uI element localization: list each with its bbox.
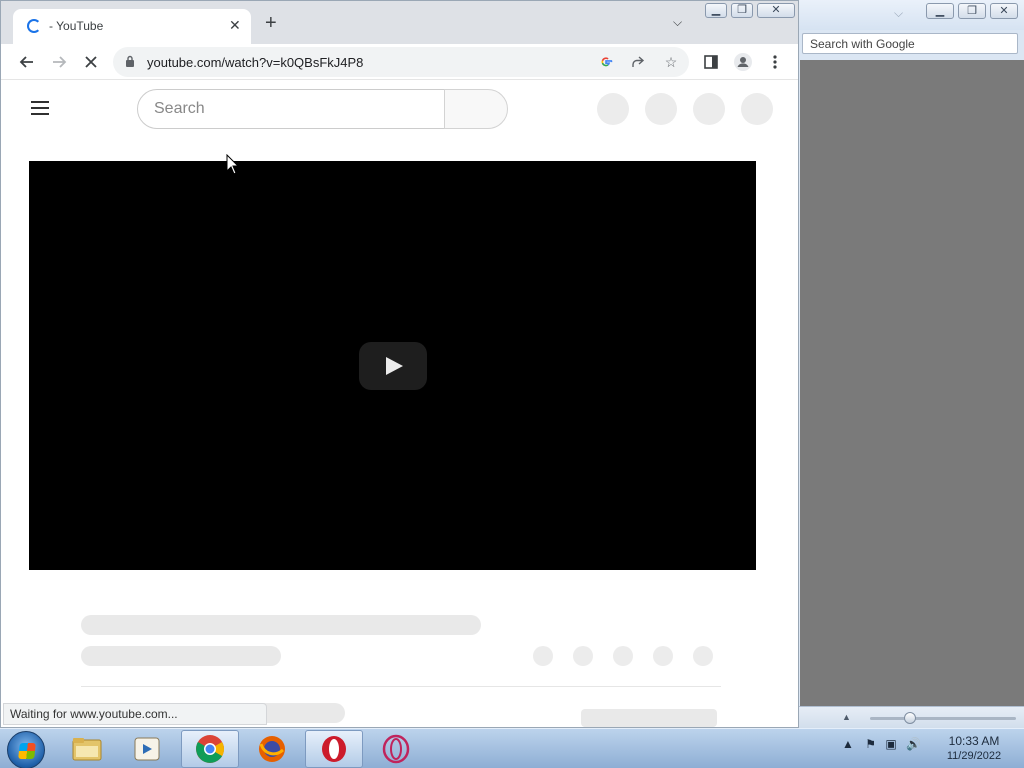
tab-title: - YouTube bbox=[49, 19, 104, 33]
opera-icon[interactable] bbox=[305, 730, 363, 768]
new-tab-button[interactable]: + bbox=[265, 13, 277, 33]
stop-loading-icon[interactable] bbox=[79, 50, 103, 74]
title-skeleton bbox=[81, 615, 481, 635]
chevron-down-icon[interactable]: ⌵ bbox=[894, 6, 903, 21]
google-lens-g-icon[interactable] bbox=[597, 53, 615, 71]
clock[interactable]: 10:33 AM 11/29/2022 bbox=[936, 734, 1012, 764]
browser-toolbar: youtube.com/watch?v=k0QBsFkJ4P8 ☆ bbox=[1, 44, 798, 80]
triangle-up-icon[interactable]: ▲ bbox=[842, 712, 851, 722]
google-search-box[interactable]: Search with Google bbox=[802, 33, 1018, 54]
background-window-statusbar: ▲ bbox=[798, 706, 1024, 728]
play-button-icon[interactable] bbox=[359, 342, 427, 390]
divider bbox=[81, 686, 721, 687]
volume-icon[interactable]: 🔊 bbox=[906, 737, 921, 751]
minimize-button[interactable]: ▁ bbox=[926, 3, 954, 19]
background-window-titlebar: ⌵ ▁ ❐ ✕ bbox=[798, 0, 1024, 30]
share-icon[interactable] bbox=[629, 53, 647, 71]
youtube-search-button[interactable] bbox=[444, 89, 508, 129]
youtube-search-input[interactable]: Search bbox=[137, 89, 445, 129]
status-bubble: Waiting for www.youtube.com... bbox=[3, 703, 267, 725]
restore-button[interactable]: ❐ bbox=[958, 3, 986, 19]
tab-search-chevron-icon[interactable]: ⌵ bbox=[673, 15, 682, 30]
subscribe-skeleton bbox=[581, 709, 717, 727]
show-hidden-icons-arrow[interactable]: ▲ bbox=[842, 737, 854, 751]
clock-date: 11/29/2022 bbox=[946, 750, 1002, 762]
placeholder-icon[interactable] bbox=[645, 93, 677, 125]
avatar-placeholder[interactable] bbox=[741, 93, 773, 125]
taskbar: ▲ ⚑ ▣ 🔊 10:33 AM 11/29/2022 bbox=[0, 728, 1024, 768]
placeholder-icon[interactable] bbox=[597, 93, 629, 125]
action-skeleton bbox=[653, 646, 673, 666]
address-bar[interactable]: youtube.com/watch?v=k0QBsFkJ4P8 ☆ bbox=[113, 47, 689, 77]
start-button[interactable] bbox=[7, 731, 45, 768]
video-player[interactable] bbox=[29, 161, 756, 570]
background-browser-window: ⌵ ▁ ❐ ✕ Search with Google ▲ bbox=[798, 0, 1024, 728]
action-skeleton bbox=[613, 646, 633, 666]
bookmark-star-icon[interactable]: ☆ bbox=[662, 53, 680, 71]
network-icon[interactable]: ▣ bbox=[885, 737, 896, 751]
meta-skeleton bbox=[81, 646, 281, 666]
clock-time: 10:33 AM bbox=[948, 734, 1000, 748]
tab-youtube[interactable]: - YouTube ✕ bbox=[13, 9, 251, 44]
action-skeleton bbox=[533, 646, 553, 666]
tab-strip: - YouTube ✕ + ⌵ ▁ ❐ ✕ bbox=[1, 1, 798, 44]
action-center-icon[interactable]: ⚑ bbox=[865, 737, 876, 751]
close-tab-icon[interactable]: ✕ bbox=[229, 17, 241, 34]
loading-spinner-icon bbox=[27, 19, 41, 33]
minimize-button[interactable]: ▁ bbox=[705, 3, 727, 18]
profile-avatar-icon[interactable] bbox=[731, 50, 755, 74]
url-text[interactable]: youtube.com/watch?v=k0QBsFkJ4P8 bbox=[147, 55, 363, 70]
background-window-content bbox=[800, 60, 1024, 706]
forward-arrow-icon[interactable] bbox=[47, 50, 71, 74]
zoom-slider-thumb[interactable] bbox=[904, 712, 916, 724]
mouse-cursor-icon bbox=[226, 154, 240, 175]
opera-gx-icon[interactable] bbox=[367, 730, 425, 768]
system-tray: ▲ ⚑ ▣ 🔊 bbox=[842, 737, 921, 751]
placeholder-icon[interactable] bbox=[693, 93, 725, 125]
chrome-icon[interactable] bbox=[181, 730, 239, 768]
firefox-icon[interactable] bbox=[243, 730, 301, 768]
back-arrow-icon[interactable] bbox=[15, 50, 39, 74]
close-button[interactable]: ✕ bbox=[757, 3, 795, 18]
lock-icon[interactable] bbox=[125, 55, 135, 67]
chrome-window: - YouTube ✕ + ⌵ ▁ ❐ ✕ youtube.com/watch?… bbox=[0, 0, 799, 728]
media-player-icon[interactable] bbox=[118, 730, 176, 768]
close-button[interactable]: ✕ bbox=[990, 3, 1018, 19]
kebab-menu-icon[interactable] bbox=[763, 50, 787, 74]
youtube-page: Search bbox=[1, 81, 798, 727]
restore-button[interactable]: ❐ bbox=[731, 3, 753, 18]
hamburger-menu-icon[interactable] bbox=[31, 101, 51, 117]
action-skeleton bbox=[573, 646, 593, 666]
side-panel-icon[interactable] bbox=[699, 50, 723, 74]
zoom-slider-track[interactable] bbox=[870, 717, 1016, 720]
windows-explorer-icon[interactable] bbox=[58, 730, 116, 768]
action-skeleton bbox=[693, 646, 713, 666]
